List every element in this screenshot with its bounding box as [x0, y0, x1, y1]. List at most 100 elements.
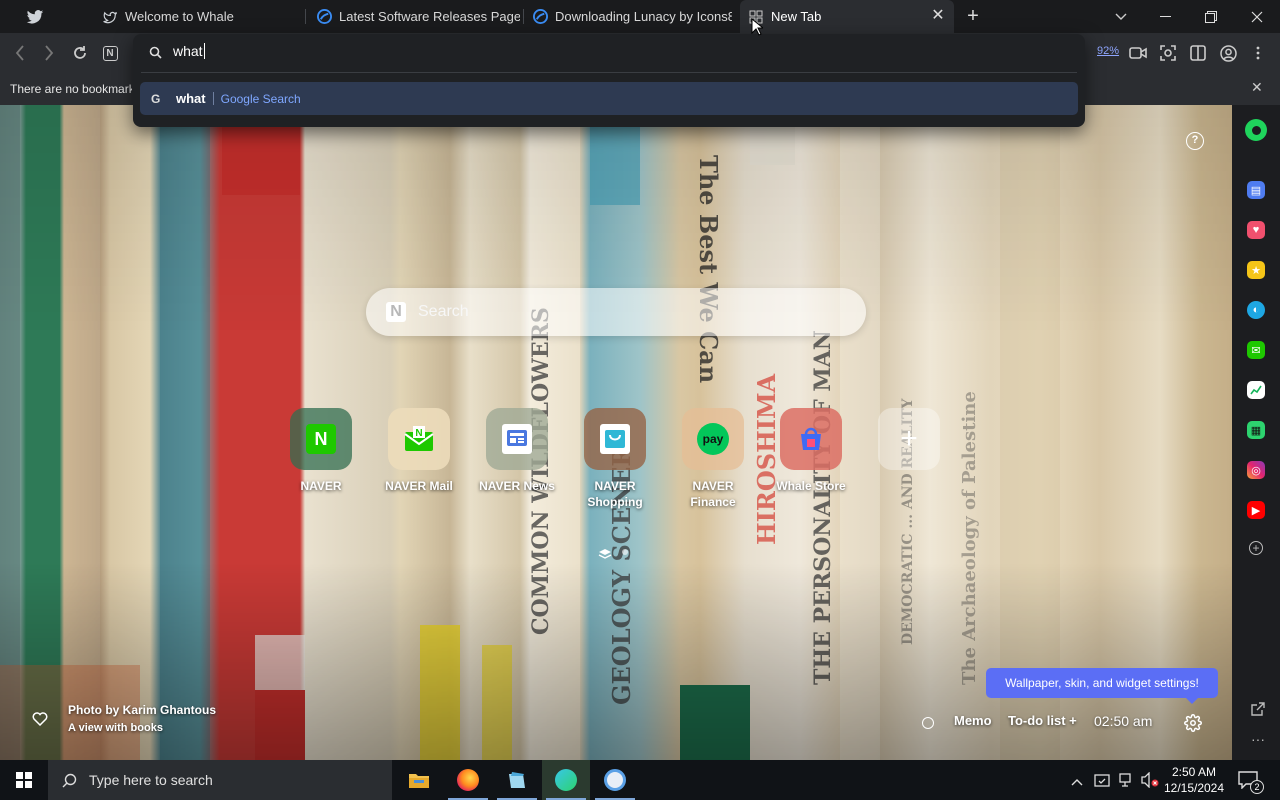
capture-icon[interactable]	[1156, 41, 1180, 65]
taskbar-clock[interactable]: 2:50 AM 12/15/2024	[1158, 764, 1230, 796]
star-icon[interactable]: ★	[1247, 261, 1265, 279]
layers-icon[interactable]	[598, 547, 612, 565]
settings-gear-icon[interactable]	[1184, 714, 1202, 737]
forward-button[interactable]	[37, 41, 61, 65]
search-icon	[149, 46, 162, 64]
tab-strip: Welcome to Whale Latest Software Release…	[0, 0, 1280, 33]
bookmark-panel-icon[interactable]: ▤	[1247, 181, 1265, 199]
tab-welcome[interactable]: Welcome to Whale	[96, 0, 302, 33]
firefox-icon[interactable]	[444, 760, 492, 800]
open-external-icon[interactable]	[1248, 699, 1268, 719]
tab-label: New Tab	[771, 9, 822, 24]
suggestion-item[interactable]: G what Google Search	[140, 82, 1078, 115]
twitter-icon[interactable]	[26, 8, 44, 26]
settings-tooltip: Wallpaper, skin, and widget settings!	[986, 668, 1218, 704]
menu-more-icon[interactable]	[1246, 41, 1270, 65]
omnibox-dropdown: what G what Google Search	[133, 34, 1085, 127]
address-bar-input[interactable]: what	[173, 43, 205, 59]
memo-button[interactable]: Memo	[954, 713, 992, 728]
shortcut-naver[interactable]: N NAVER	[275, 408, 367, 494]
tab-label: Welcome to Whale	[125, 9, 234, 24]
shortcut-whale-store[interactable]: Whale Store	[765, 408, 857, 494]
search-icon	[62, 773, 77, 787]
volume-muted-icon[interactable]	[1141, 771, 1159, 793]
plus-icon: +	[878, 408, 940, 470]
whale-icon	[532, 9, 548, 25]
naver-pay-icon: pay	[682, 408, 744, 470]
photo-title: A view with books	[68, 722, 163, 734]
start-button[interactable]	[0, 760, 48, 800]
sidebar-more-icon[interactable]: ···	[1248, 729, 1268, 749]
suggestion-source: Google Search	[220, 91, 301, 106]
whale-icon	[316, 9, 332, 25]
shortcut-naver-mail[interactable]: N NAVER Mail	[373, 408, 465, 494]
notification-icon[interactable]: 2	[1238, 771, 1264, 794]
back-button[interactable]	[8, 41, 32, 65]
whale-store-icon	[780, 408, 842, 470]
naver-logo-icon: N	[386, 302, 406, 322]
translate-icon[interactable]: ◐	[1247, 301, 1265, 319]
page-dot-icon[interactable]	[622, 549, 628, 555]
tray-chevron-icon[interactable]	[1071, 773, 1083, 791]
network-icon[interactable]	[1118, 772, 1134, 793]
profile-icon[interactable]	[1216, 41, 1240, 65]
add-sidebar-app-icon[interactable]: +	[1249, 541, 1263, 555]
add-shortcut-button[interactable]: +	[863, 408, 955, 470]
file-explorer-icon[interactable]	[395, 760, 443, 800]
twitter-bird-icon	[102, 9, 118, 25]
whale-browser-taskbar-icon[interactable]	[542, 760, 590, 800]
favorite-wallpaper-icon[interactable]	[32, 711, 48, 731]
naver-news-icon	[486, 408, 548, 470]
photo-credit: Photo by Karim Ghantous A view with book…	[68, 703, 216, 734]
naver-shopping-icon	[584, 408, 646, 470]
pocket-icon[interactable]: ♥	[1247, 221, 1265, 239]
close-bar-icon[interactable]: ✕	[1251, 79, 1263, 96]
sidebar: ▤ ♥ ★ ◐ ✉ ▦ ◎ ▶ + ···	[1232, 105, 1280, 760]
tab-list-chevron-icon[interactable]	[1098, 0, 1144, 33]
taskbar-date: 12/15/2024	[1163, 781, 1225, 795]
youtube-icon[interactable]: ▶	[1247, 501, 1265, 519]
tab-downloading-lunacy[interactable]: Downloading Lunacy by Icons8	[526, 0, 732, 33]
windows-taskbar: Type here to search 2:50 AM 12/15/2024 2	[0, 760, 1280, 800]
clock-widget: 02:50 am	[1094, 713, 1153, 729]
new-tab-page: COMMON WILDFLOWERS GEOLOGY SCENERY The B…	[0, 105, 1232, 760]
shortcut-naver-finance[interactable]: pay NAVER Finance	[667, 408, 759, 510]
new-tab-button[interactable]: +	[962, 4, 984, 28]
restore-button[interactable]	[1188, 0, 1234, 33]
help-icon[interactable]: ?	[1186, 132, 1204, 150]
video-icon[interactable]	[1126, 41, 1150, 65]
memo-circle-icon[interactable]	[922, 717, 934, 729]
naver-search-box[interactable]: N Search	[366, 288, 866, 336]
notification-count: 2	[1250, 780, 1264, 794]
split-view-icon[interactable]	[1186, 41, 1210, 65]
taskbar-time: 2:50 AM	[1171, 765, 1217, 779]
green-status-icon[interactable]	[1245, 119, 1267, 141]
defender-icon[interactable]	[1094, 772, 1110, 793]
webtoon-icon[interactable]: ▦	[1247, 421, 1265, 439]
tab-new-tab[interactable]: New Tab ✕	[740, 0, 954, 33]
shortcut-naver-shopping[interactable]: NAVER Shopping	[569, 408, 661, 510]
photo-credit-author[interactable]: Photo by Karim Ghantous	[68, 703, 216, 717]
svg-text:N: N	[415, 428, 422, 439]
close-tab-icon[interactable]: ✕	[930, 8, 946, 24]
naver-mail-side-icon[interactable]: ✉	[1247, 341, 1265, 359]
close-window-button[interactable]	[1234, 0, 1280, 33]
instagram-icon[interactable]: ◎	[1247, 461, 1265, 479]
minimize-button[interactable]	[1142, 0, 1188, 33]
google-icon: G	[151, 91, 161, 106]
naver-mail-icon: N	[388, 408, 450, 470]
todo-list-button[interactable]: To-do list +	[1008, 713, 1077, 728]
zoom-indicator[interactable]: 92%	[1097, 45, 1119, 57]
taskbar-search[interactable]: Type here to search	[48, 760, 392, 800]
tab-latest-releases[interactable]: Latest Software Releases Page	[310, 0, 520, 33]
naver-home-icon[interactable]: N	[98, 41, 122, 65]
shortcut-naver-news[interactable]: NAVER News	[471, 408, 563, 494]
tab-label: Downloading Lunacy by Icons8	[555, 9, 732, 24]
notepad-icon[interactable]	[493, 760, 541, 800]
tab-label: Latest Software Releases Page	[339, 9, 520, 24]
suggestion-text: what	[176, 91, 206, 106]
reload-button[interactable]	[68, 41, 92, 65]
address-bar-value: what	[173, 43, 203, 59]
app-installer-icon[interactable]	[591, 760, 639, 800]
stock-chart-icon[interactable]	[1247, 381, 1265, 399]
